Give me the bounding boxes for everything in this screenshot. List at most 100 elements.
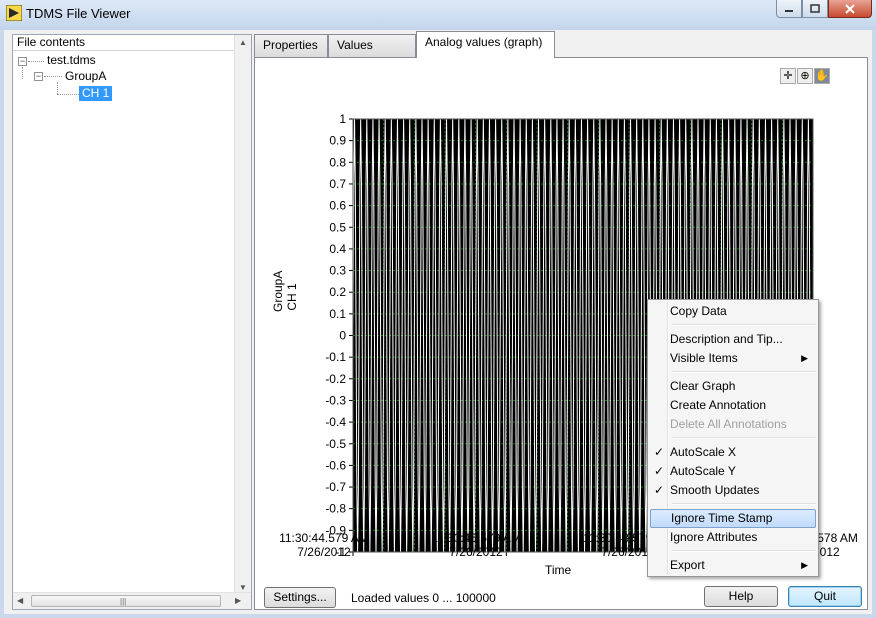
close-icon bbox=[845, 3, 855, 14]
y-tick-label: -0.4 bbox=[325, 415, 346, 429]
menu-item-visible-items[interactable]: Visible Items ▶ bbox=[650, 349, 816, 368]
title-bar: TDMS File Viewer bbox=[0, 0, 876, 30]
menu-item-label: Smooth Updates bbox=[670, 483, 760, 497]
menu-separator bbox=[672, 503, 816, 505]
x-tick-date: 7/26/2012 bbox=[449, 545, 503, 559]
y-tick-label: 0.1 bbox=[329, 307, 346, 321]
tree-connector bbox=[22, 67, 23, 79]
menu-item-label: Create Annotation bbox=[670, 398, 767, 412]
checkmark-icon: ✓ bbox=[654, 483, 665, 497]
y-tick-label: 0.2 bbox=[329, 285, 346, 299]
y-tick-label: -0.8 bbox=[325, 502, 346, 516]
menu-item-autoscale-x[interactable]: ✓ AutoScale X bbox=[650, 443, 816, 462]
y-axis-title-line2: CH 1 bbox=[285, 283, 299, 311]
y-axis-title-line1: GroupA bbox=[271, 270, 285, 312]
y-tick-label: -0.7 bbox=[325, 480, 346, 494]
menu-item-label: Ignore Attributes bbox=[670, 530, 758, 544]
y-tick-label: -0.5 bbox=[325, 437, 346, 451]
y-axis-title: GroupA CH 1 bbox=[271, 270, 299, 312]
x-tick-time: 11:30:46.579 AM bbox=[431, 531, 521, 545]
tree-horizontal-scrollbar[interactable]: ◀ ||| ▶ bbox=[13, 592, 251, 609]
menu-item-description-and-tip[interactable]: Description and Tip... bbox=[650, 330, 816, 349]
x-tick-time: 11:30:44.579 AM bbox=[279, 531, 369, 545]
menu-item-delete-all-annotations: Delete All Annotations bbox=[650, 415, 816, 434]
quit-button[interactable]: Quit bbox=[788, 586, 862, 607]
menu-item-label: Visible Items bbox=[670, 351, 738, 365]
y-tick-label: -0.3 bbox=[325, 393, 346, 407]
scroll-right-icon[interactable]: ▶ bbox=[235, 596, 241, 605]
graph-context-menu: Copy Data Description and Tip... Visible… bbox=[647, 299, 819, 577]
tree-connector bbox=[28, 61, 44, 62]
menu-separator bbox=[672, 371, 816, 373]
tree-node-groupa[interactable]: GroupA bbox=[65, 69, 106, 84]
help-button[interactable]: Help bbox=[704, 586, 778, 607]
x-tick-label: 11:30:46.579 AM 7/26/2012 bbox=[426, 531, 526, 559]
settings-button[interactable]: Settings... bbox=[264, 587, 336, 608]
menu-item-clear-graph[interactable]: Clear Graph bbox=[650, 377, 816, 396]
menu-item-ignore-time-stamp[interactable]: Ignore Time Stamp bbox=[650, 509, 816, 528]
tab-analog-values-graph[interactable]: Analog values (graph) bbox=[416, 31, 555, 58]
x-tick-date: 7/26/2012 bbox=[297, 545, 351, 559]
menu-item-label: Copy Data bbox=[670, 304, 727, 318]
checkmark-icon: ✓ bbox=[654, 464, 665, 478]
maximize-button[interactable] bbox=[802, 0, 828, 18]
y-tick-label: -0.1 bbox=[325, 350, 346, 364]
menu-item-autoscale-y[interactable]: ✓ AutoScale Y bbox=[650, 462, 816, 481]
menu-separator bbox=[672, 550, 816, 552]
menu-separator bbox=[672, 324, 816, 326]
submenu-arrow-icon: ▶ bbox=[801, 353, 808, 363]
tab-properties[interactable]: Properties bbox=[254, 34, 328, 57]
minimize-icon bbox=[785, 9, 793, 12]
y-tick-label: -0.2 bbox=[325, 372, 346, 386]
y-tick-label: 0.9 bbox=[329, 134, 346, 148]
tree-node-ch1[interactable]: CH 1 bbox=[79, 86, 113, 101]
scroll-thumb[interactable]: ||| bbox=[31, 595, 221, 607]
y-tick-label: -0.6 bbox=[325, 458, 346, 472]
y-tick-label: 0.7 bbox=[329, 177, 346, 191]
tree-connector bbox=[57, 82, 58, 94]
menu-item-smooth-updates[interactable]: ✓ Smooth Updates bbox=[650, 481, 816, 500]
window-title: TDMS File Viewer bbox=[26, 6, 131, 21]
y-tick-label: 0.6 bbox=[329, 199, 346, 213]
close-button[interactable] bbox=[828, 0, 872, 18]
file-tree[interactable]: File contents − test.tdms − GroupA CH 1 … bbox=[12, 34, 252, 610]
menu-item-label: AutoScale X bbox=[670, 445, 737, 459]
grip-icon: ||| bbox=[120, 597, 127, 606]
labview-app-icon bbox=[5, 4, 23, 22]
y-tick-label: 0.3 bbox=[329, 264, 346, 278]
checkmark-icon: ✓ bbox=[654, 445, 665, 459]
menu-item-copy-data[interactable]: Copy Data bbox=[650, 302, 816, 321]
menu-item-label: Delete All Annotations bbox=[670, 417, 787, 431]
y-tick-label: 1 bbox=[339, 112, 346, 126]
menu-item-label: AutoScale Y bbox=[670, 464, 736, 478]
x-axis-title: Time bbox=[545, 563, 572, 577]
menu-item-label: Description and Tip... bbox=[670, 332, 783, 346]
tree-connector bbox=[44, 76, 62, 77]
tree-node-test-tdms[interactable]: test.tdms bbox=[47, 53, 96, 68]
scroll-up-icon[interactable]: ▲ bbox=[239, 38, 247, 47]
tree-vertical-scrollbar[interactable]: ▲ ▼ bbox=[234, 35, 251, 594]
tab-values-table[interactable]: Values (table) bbox=[328, 34, 416, 73]
menu-item-ignore-attributes[interactable]: Ignore Attributes bbox=[650, 528, 816, 547]
scroll-left-icon[interactable]: ◀ bbox=[17, 596, 23, 605]
y-tick-label: 0.4 bbox=[329, 242, 346, 256]
menu-item-create-annotation[interactable]: Create Annotation bbox=[650, 396, 816, 415]
y-tick-label: 0 bbox=[339, 329, 346, 343]
tree-header: File contents bbox=[13, 35, 234, 51]
x-tick-label: 11:30:44.579 AM 7/26/2012 bbox=[274, 531, 374, 559]
maximize-icon bbox=[810, 3, 820, 13]
collapse-groupa-icon[interactable]: − bbox=[34, 72, 43, 81]
y-tick-label: 0.8 bbox=[329, 155, 346, 169]
collapse-test-tdms-icon[interactable]: − bbox=[18, 57, 27, 66]
window-controls bbox=[776, 0, 872, 18]
scroll-down-icon[interactable]: ▼ bbox=[239, 583, 247, 592]
y-tick-label: 0.5 bbox=[329, 220, 346, 234]
minimize-button[interactable] bbox=[776, 0, 802, 18]
submenu-arrow-icon: ▶ bbox=[801, 560, 808, 570]
tree-connector bbox=[57, 94, 79, 95]
menu-item-label: Ignore Time Stamp bbox=[671, 511, 773, 525]
status-text: Loaded values 0 ... 100000 bbox=[351, 591, 496, 605]
menu-item-label: Export bbox=[670, 558, 705, 572]
menu-separator bbox=[672, 437, 816, 439]
menu-item-export[interactable]: Export ▶ bbox=[650, 556, 816, 575]
